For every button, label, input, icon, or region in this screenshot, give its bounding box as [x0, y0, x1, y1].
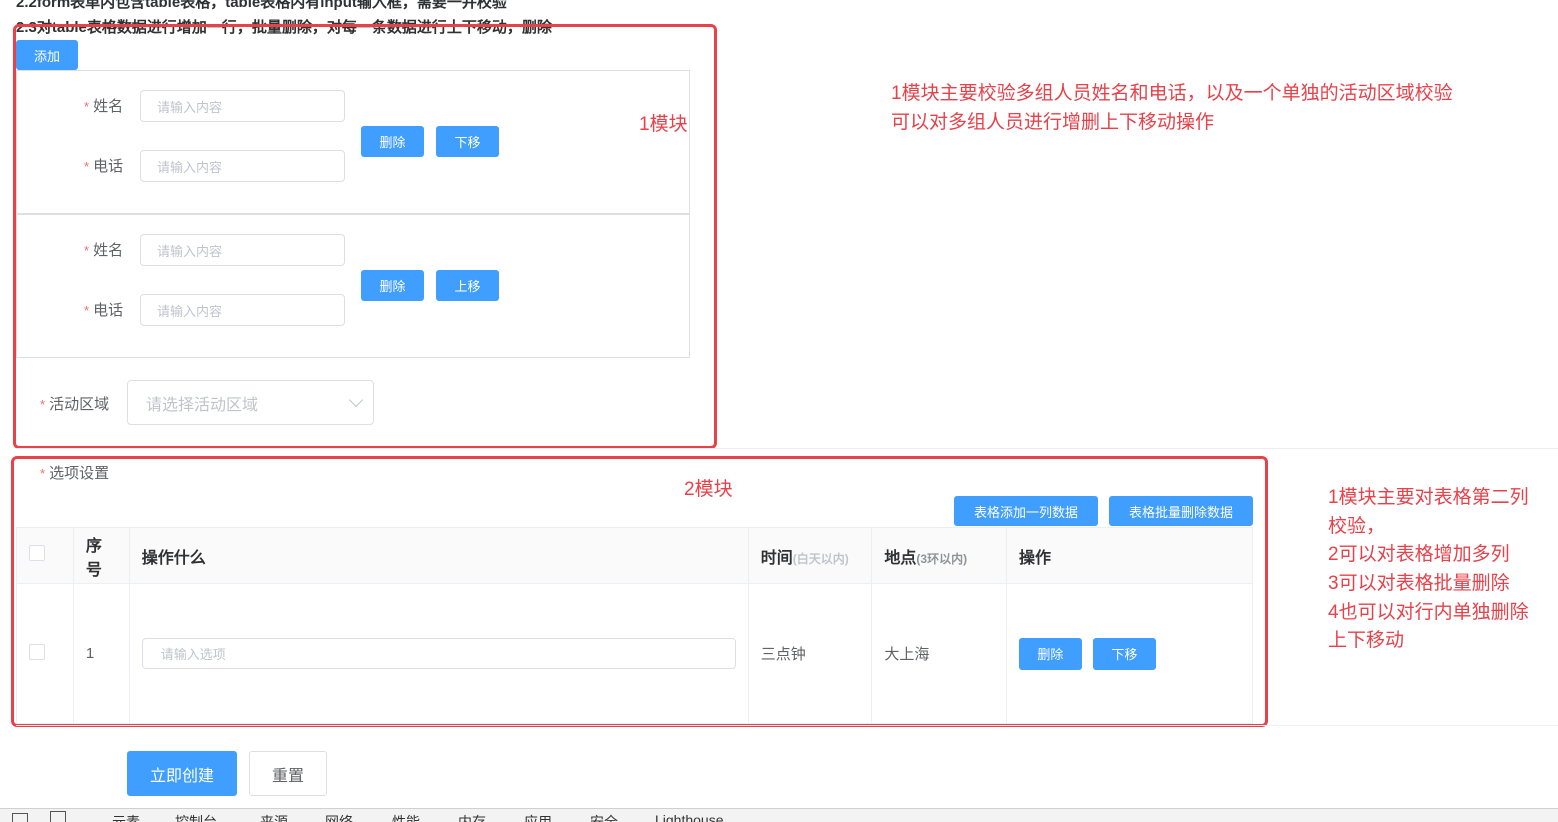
annotation-1-line-1: 1模块主要校验多组人员姓名和电话，以及一个单独的活动区域校验 [891, 83, 1453, 104]
devtools-tab-sources[interactable]: 来源 [260, 812, 288, 822]
devtools-tab-network[interactable]: 网络 [325, 812, 353, 822]
module-2-highlight [11, 456, 1268, 727]
description-line-1: 2.2form表单内包含table表格，table表格内有input输入框，需要… [16, 0, 507, 11]
devtools-tab-bar: 元素 控制台 来源 网络 性能 内存 应用 安全 Lighthouse [0, 808, 1558, 822]
module-1-highlight [13, 24, 717, 449]
device-toggle-icon[interactable] [50, 811, 66, 822]
devtools-tab-performance[interactable]: 性能 [392, 812, 420, 822]
devtools-tab-application[interactable]: 应用 [524, 812, 552, 822]
annotation-2-line-1: 1模块主要对表格第二列 [1328, 487, 1529, 508]
create-button[interactable]: 立即创建 [127, 751, 237, 796]
divider-2 [16, 725, 1558, 726]
annotation-1-line-2: 可以对多组人员进行增删上下移动操作 [891, 112, 1215, 133]
devtools-tab-console[interactable]: 控制台 [175, 812, 217, 822]
devtools-tab-security[interactable]: 安全 [590, 812, 618, 822]
annotation-2-line-6: 上下移动 [1328, 630, 1405, 651]
annotation-2-line-2: 校验， [1328, 516, 1386, 537]
annotation-2-line-3: 2可以对表格增加多列 [1328, 544, 1510, 565]
inspect-icon[interactable] [12, 813, 28, 822]
devtools-tab-memory[interactable]: 内存 [458, 812, 486, 822]
annotation-2-line-5: 4也可以对行内单独删除 [1328, 602, 1529, 623]
reset-button[interactable]: 重置 [249, 751, 327, 796]
annotation-2-line-4: 3可以对表格批量删除 [1328, 573, 1510, 594]
divider [16, 448, 1558, 449]
devtools-tab-lighthouse[interactable]: Lighthouse [655, 812, 724, 822]
devtools-tab-elements[interactable]: 元素 [112, 812, 140, 822]
module-1-tag: 1模块 [639, 114, 688, 135]
